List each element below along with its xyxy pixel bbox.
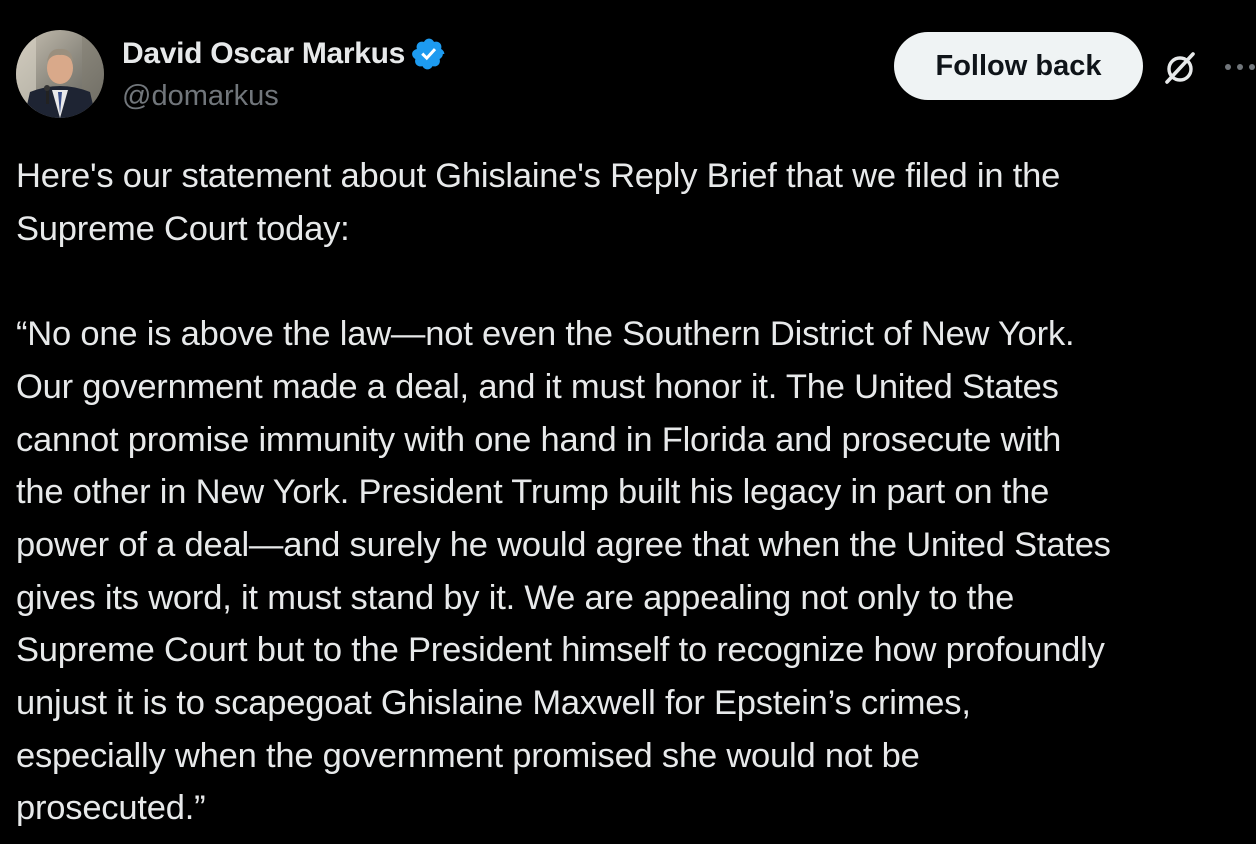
tweet-line: cannot promise immunity with one hand in… (16, 420, 1062, 459)
tweet-line: unjust it is to scapegoat Ghislaine Maxw… (16, 684, 971, 723)
author-handle[interactable]: @domarkus (122, 80, 279, 113)
avatar[interactable] (16, 30, 104, 118)
verified-badge-icon[interactable] (411, 36, 447, 72)
tweet-line-blank (16, 255, 1256, 308)
tweet-line: Our government made a deal, and it must … (16, 367, 1059, 406)
author-display-name[interactable]: David Oscar Markus (122, 37, 405, 71)
tweet-line: gives its word, it must stand by it. We … (16, 578, 1015, 617)
tweet-text: Here's our statement about Ghislaine's R… (16, 150, 1256, 835)
tweet-line: especially when the government promised … (16, 736, 920, 775)
tweet-line: prosecuted.” (16, 789, 206, 828)
more-options-icon[interactable] (1222, 52, 1256, 82)
tweet-line: “No one is above the law—not even the So… (16, 315, 1075, 354)
author-name-row[interactable]: David Oscar Markus (122, 34, 447, 74)
tweet-line: Supreme Court but to the President himse… (16, 631, 1105, 670)
tweet-line: Here's our statement about Ghislaine's R… (16, 157, 1061, 195)
tweet-line: the other in New York. President Trump b… (16, 473, 1050, 512)
tweet-line: power of a deal—and surely he would agre… (16, 525, 1111, 564)
grok-icon[interactable] (1160, 48, 1200, 88)
follow-back-button[interactable]: Follow back (894, 32, 1143, 100)
avatar-image (16, 30, 104, 118)
tweet-line: Supreme Court today: (16, 209, 350, 248)
